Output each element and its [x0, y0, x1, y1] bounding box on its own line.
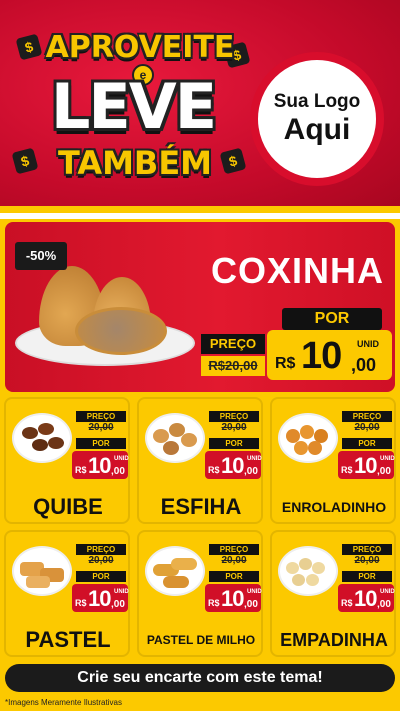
headline-word-tambem: TAMBÉM [57, 144, 213, 182]
product-name: EMPADINHA [280, 630, 388, 650]
cta-banner: Crie seu encarte com este tema! [5, 664, 395, 692]
price-unit: UNID [380, 456, 395, 462]
old-price-value: 20,00 [342, 422, 392, 434]
new-price-label: POR [209, 571, 259, 582]
product-card-pastel-de-milho: PREÇO 20,00 POR R$ 10 ,00 UNID PASTEL DE… [137, 530, 263, 657]
price-currency: R$ [75, 598, 87, 608]
price-unit: UNID [357, 339, 379, 349]
new-price-label: POR [282, 308, 382, 330]
old-price-value: 20,00 [209, 422, 259, 434]
price-integer: 10 [354, 586, 378, 611]
product-card-empadinha: PREÇO 20,00 POR R$ 10 ,00 UNID EMPADINHA [270, 530, 396, 657]
price-decimal: ,00 [377, 466, 391, 477]
dollar-coin-icon: $ [15, 33, 43, 61]
price-decimal: ,00 [111, 466, 125, 477]
price-decimal: ,00 [244, 466, 258, 477]
price-currency: R$ [341, 598, 353, 608]
enroladinho-image [278, 413, 338, 463]
old-price-label: PREÇO [342, 544, 392, 555]
product-name: QUIBE [33, 494, 103, 519]
headline-word-leve: LEVE [50, 70, 217, 143]
price-currency: R$ [341, 465, 353, 475]
product-card-pastel: PREÇO 20,00 POR R$ 10 ,00 UNID PASTEL [4, 530, 130, 657]
old-price-label: PREÇO [342, 411, 392, 422]
header-banner: $ $ $ $ APROVEITE e LEVE TAMBÉM Sua Logo… [0, 0, 400, 213]
price-integer: 10 [88, 586, 112, 611]
price-unit: UNID [247, 589, 262, 595]
price-unit: UNID [247, 456, 262, 462]
disclaimer-text: *Imagens Meramente Ilustrativas [5, 698, 122, 707]
product-card-esfiha: PREÇO 20,00 POR R$ 10 ,00 UNID ESFIHA [137, 397, 263, 524]
price-unit: UNID [380, 589, 395, 595]
old-price-value: 20,00 [209, 555, 259, 567]
discount-badge: -50% [15, 242, 67, 270]
price-integer: 10 [221, 586, 245, 611]
old-price-value: 20,00 [76, 422, 126, 434]
price-unit: UNID [114, 456, 129, 462]
product-name: PASTEL [25, 627, 111, 652]
new-price-label: POR [342, 571, 392, 582]
price-currency: R$ [208, 598, 220, 608]
old-price-label: PREÇO [209, 544, 259, 555]
header-divider-white [0, 213, 400, 219]
price-currency: R$ [208, 465, 220, 475]
price-integer: 10 [301, 335, 342, 377]
new-price-label: POR [76, 571, 126, 582]
pastel-image [12, 546, 72, 596]
old-price-value: 20,00 [342, 555, 392, 567]
price-decimal: ,00 [244, 599, 258, 610]
empadinha-image [278, 546, 338, 596]
brand-logo-placeholder: Sua Logo Aqui [250, 52, 384, 186]
product-card-enroladinho: PREÇO 20,00 POR R$ 10 ,00 UNID ENROLADIN… [270, 397, 396, 524]
flyer-canvas: $ $ $ $ APROVEITE e LEVE TAMBÉM Sua Logo… [0, 0, 400, 711]
product-name: ENROLADINHO [281, 499, 387, 515]
coxinha-cut-image [75, 307, 167, 355]
old-price-value: 20,00 [76, 555, 126, 567]
old-price-value: R$20,00 [201, 356, 265, 376]
logo-line-2: Aqui [283, 113, 351, 146]
old-price-label: PREÇO [76, 411, 126, 422]
old-price-label: PREÇO [76, 544, 126, 555]
dollar-coin-icon: $ [11, 147, 39, 175]
product-name: ESFIHA [160, 494, 242, 519]
new-price-label: POR [342, 438, 392, 449]
price-integer: 10 [221, 453, 245, 478]
hero-product-card: -50% COXINHA PREÇO R$20,00 POR R$ 10 ,00… [5, 222, 395, 392]
price-unit: UNID [114, 589, 129, 595]
price-decimal: ,00 [377, 599, 391, 610]
quibe-image [12, 413, 72, 463]
old-price-label: PREÇO [201, 334, 265, 354]
price-currency: R$ [275, 355, 296, 372]
price-decimal: ,00 [351, 355, 377, 375]
new-price-label: POR [76, 438, 126, 449]
price-integer: 10 [88, 453, 112, 478]
price-decimal: ,00 [111, 599, 125, 610]
price-currency: R$ [75, 465, 87, 475]
esfiha-image [145, 413, 205, 463]
hero-product-name: COXINHA [210, 250, 384, 291]
old-price-label: PREÇO [209, 411, 259, 422]
price-integer: 10 [354, 453, 378, 478]
product-name: PASTEL DE MILHO [146, 633, 256, 647]
new-price-label: POR [209, 438, 259, 449]
pastel-de-milho-image [145, 546, 205, 596]
product-card-quibe: PREÇO 20,00 POR R$ 10 ,00 UNID QUIBE [4, 397, 130, 524]
headline-word-aproveite: APROVEITE [45, 30, 235, 65]
logo-line-1: Sua Logo [273, 91, 361, 112]
